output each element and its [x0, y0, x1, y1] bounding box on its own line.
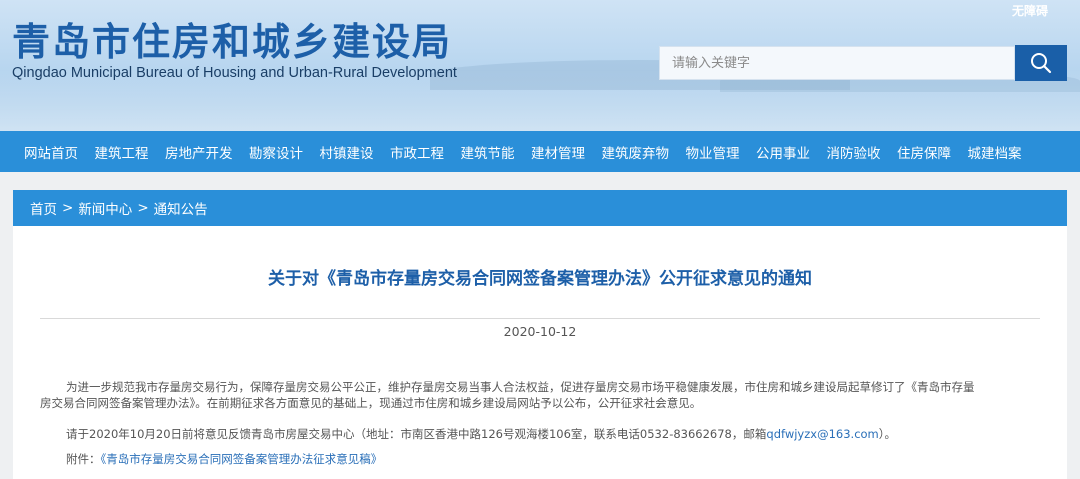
barrier-free-link[interactable]: 无障碍 — [1012, 2, 1048, 19]
nav-item-housing-security[interactable]: 住房保障 — [897, 142, 951, 162]
nav-item-real-estate[interactable]: 房地产开发 — [165, 142, 233, 162]
attachment-line: 附件：《青岛市存量房交易合同网签备案管理办法征求意见稿》 — [66, 451, 1046, 467]
attachment-label: 附件： — [66, 452, 101, 466]
paragraph-2-text: 请于2020年10月20日前将意见反馈青岛市房屋交易中心（地址：市南区香港中路1… — [66, 427, 767, 441]
site-subtitle: Qingdao Municipal Bureau of Housing and … — [12, 65, 457, 81]
article-date: 2020-10-12 — [503, 324, 577, 339]
breadcrumb-notices[interactable]: 通知公告 — [154, 198, 208, 218]
nav-item-utilities[interactable]: 公用事业 — [756, 142, 810, 162]
nav-item-village-construction[interactable]: 村镇建设 — [320, 142, 374, 162]
contact-email[interactable]: qdfwjyzx@163.com — [766, 427, 878, 441]
attachment-link[interactable]: 《青岛市存量房交易合同网签备案管理办法征求意见稿》 — [101, 452, 383, 466]
search-button[interactable] — [1015, 45, 1067, 81]
nav-item-home[interactable]: 网站首页 — [24, 142, 78, 162]
nav-item-archives[interactable]: 城建档案 — [968, 142, 1022, 162]
breadcrumb-separator: > — [137, 200, 149, 216]
nav-item-municipal-engineering[interactable]: 市政工程 — [390, 142, 444, 162]
nav-item-fire-inspection[interactable]: 消防验收 — [827, 142, 881, 162]
breadcrumb-separator: > — [62, 200, 74, 216]
nav-item-property[interactable]: 物业管理 — [686, 142, 740, 162]
breadcrumb: 首页 > 新闻中心 > 通知公告 — [13, 190, 1067, 226]
title-divider — [40, 318, 1040, 319]
paragraph-2: 请于2020年10月20日前将意见反馈青岛市房屋交易中心（地址：市南区香港中路1… — [66, 426, 1046, 442]
search-field[interactable] — [659, 46, 1015, 80]
paragraph-1-line-1: 为进一步规范我市存量房交易行为，保障存量房交易公平公正，维护存量房交易当事人合法… — [66, 380, 975, 394]
article-content: 关于对《青岛市存量房交易合同网签备案管理办法》公开征求意见的通知 2020-10… — [13, 226, 1067, 479]
breadcrumb-home[interactable]: 首页 — [30, 198, 57, 218]
breadcrumb-news[interactable]: 新闻中心 — [78, 198, 132, 218]
nav-item-materials[interactable]: 建材管理 — [531, 142, 585, 162]
nav-item-waste[interactable]: 建筑废弃物 — [602, 142, 670, 162]
nav-item-survey-design[interactable]: 勘察设计 — [249, 142, 303, 162]
site-title: 青岛市住房和城乡建设局 — [12, 20, 453, 64]
search-input[interactable] — [660, 47, 1014, 79]
nav-item-energy-saving[interactable]: 建筑节能 — [461, 142, 515, 162]
search-icon — [1031, 53, 1052, 74]
article-title: 关于对《青岛市存量房交易合同网签备案管理办法》公开征求意见的通知 — [268, 269, 812, 289]
paragraph-2-end: ）。 — [878, 427, 897, 441]
nav-item-construction[interactable]: 建筑工程 — [95, 142, 149, 162]
paragraph-1-line-2: 房交易合同网签备案管理办法》。在前期征求各方面意见的基础上，现通过市住房和城乡建… — [40, 396, 702, 410]
main-nav: 网站首页 建筑工程 房地产开发 勘察设计 村镇建设 市政工程 建筑节能 建材管理… — [0, 131, 1080, 172]
